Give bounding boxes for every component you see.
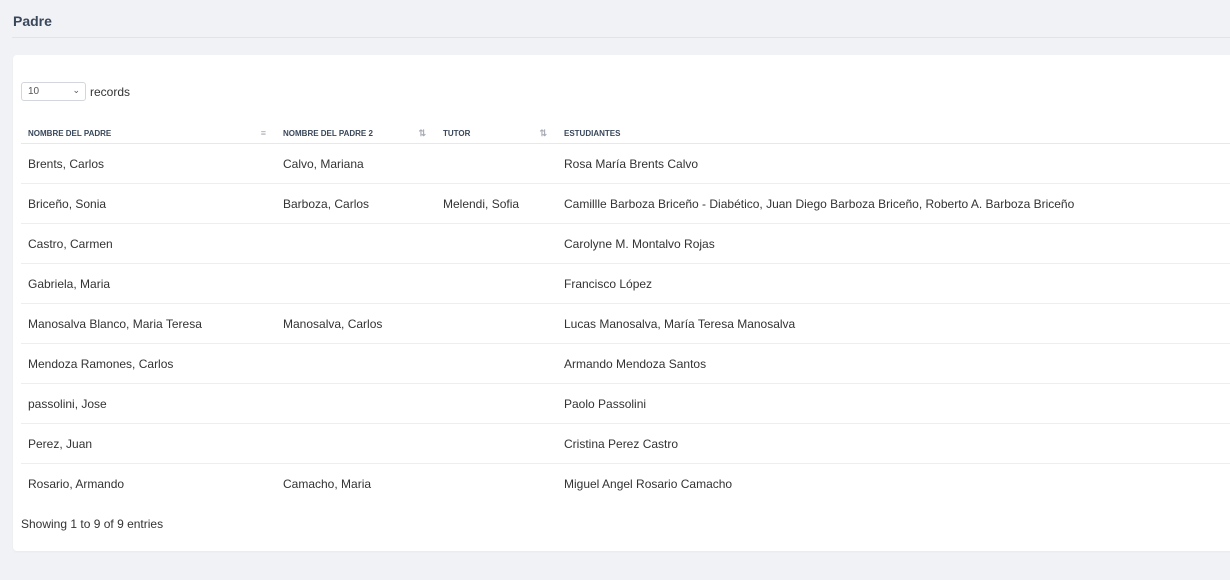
table-cell: Briceño, Sonia (21, 183, 276, 224)
table-cell: Camacho, Maria (283, 476, 372, 491)
table-cell: Gabriela, Maria (21, 263, 276, 304)
table-cell: Rosa María Brents Calvo (557, 143, 1230, 184)
records-label: records (90, 84, 131, 99)
table-row[interactable]: Perez, Juan Cristina Perez Castro (21, 423, 1230, 464)
sort-icon[interactable]: ⇅ (418, 128, 426, 139)
table-cell: Francisco López (557, 263, 1230, 304)
table-cell: Paolo Passolini (557, 383, 1230, 424)
table-row[interactable]: Rosario, Armando Camacho, Maria Miguel Ang… (21, 464, 1230, 504)
table-cell: Camillle Barboza Briceño - Diabético, Ju… (557, 183, 1230, 224)
column-header-label: NOMBRE DEL PADRE 2 (283, 128, 373, 138)
sort-ascending-icon[interactable]: ≡ (261, 128, 266, 138)
column-header-4[interactable]: ESTUDIANTES (557, 123, 1230, 144)
sort-icon[interactable]: ⇅ (539, 128, 547, 139)
table-cell (276, 223, 436, 264)
column-header-label: TUTOR (443, 128, 471, 138)
column-header-label: NOMBRE DEL PADRE (28, 128, 112, 138)
table-cell (276, 423, 436, 464)
table-row[interactable]: Briceño, Sonia Barboza, Carlos Melendi, So… (21, 183, 1230, 224)
table-cell: Brents, Carlos (21, 143, 276, 184)
table-cell: passolini, Jose (21, 383, 276, 424)
table-cell (276, 263, 436, 304)
table-cell: Castro, Carmen (21, 223, 276, 264)
table-row[interactable]: Mendoza Ramones, Carlos Armando Mendoza S… (21, 343, 1230, 384)
title-divider (12, 37, 1230, 38)
table-cell: Armando Mendoza Santos (557, 343, 1230, 384)
table-cell: Manosalva, Carlos (276, 303, 436, 344)
parents-table: NOMBRE DEL PADRE ≡ NOMBRE DEL PADRE 2 ⇅ TUTO… (21, 123, 1230, 503)
table-row[interactable]: Gabriela, Maria Francisco López (21, 263, 1230, 304)
table-cell (436, 303, 557, 344)
column-header-1[interactable]: NOMBRE DEL PADRE ≡ (21, 123, 276, 144)
records-per-page-value: 10 (28, 86, 40, 97)
table-cell: Manosalva Blanco, Maria Teresa (21, 303, 276, 344)
table-cell: Carolyne M. Montalvo Rojas (557, 223, 1230, 264)
table-header-row: NOMBRE DEL PADRE ≡ NOMBRE DEL PADRE 2 ⇅ TUTO… (21, 123, 1230, 144)
column-header-3[interactable]: TUTOR ⇅ (436, 123, 557, 144)
table-cell (436, 423, 557, 464)
table-cell: Calvo, Mariana (276, 143, 436, 184)
chevron-down-icon: ⌄ (72, 85, 80, 95)
table-cell: Barboza, Carlos (276, 183, 436, 224)
table-row[interactable]: Brents, Carlos Calvo, Mariana Rosa María B… (21, 143, 1230, 184)
table-cell (276, 343, 436, 384)
table-row[interactable]: Manosalva Blanco, Maria Teresa Manosalva,… (21, 303, 1230, 344)
table-cell: Rosario, Armando (28, 476, 125, 491)
table-cell (276, 383, 436, 424)
table-info: Showing 1 to 9 of 9 entries (21, 517, 164, 531)
table-card: 10 ⌄ records NOMBRE DEL PADRE ≡ NOMBRE DEL… (13, 55, 1230, 551)
table-cell (436, 263, 557, 304)
table-cell: Mendoza Ramones, Carlos (21, 343, 276, 384)
table-cell (436, 464, 557, 504)
column-header-label: ESTUDIANTES (564, 128, 621, 138)
table-cell: Lucas Manosalva, María Teresa Manosalva (557, 303, 1230, 344)
table-cell (436, 383, 557, 424)
table-cell: Melendi, Sofia (436, 183, 557, 224)
table-cell: Cristina Perez Castro (557, 423, 1230, 464)
table-cell (436, 223, 557, 264)
table-row[interactable]: passolini, Jose Paolo Passolini (21, 383, 1230, 424)
table-cell: Perez, Juan (21, 423, 276, 464)
page-title: Padre (13, 13, 52, 29)
table-cell (436, 343, 557, 384)
column-header-2[interactable]: NOMBRE DEL PADRE 2 ⇅ (276, 123, 436, 144)
records-per-page-select[interactable]: 10 ⌄ (21, 82, 86, 101)
table-cell (436, 143, 557, 184)
table-cell: Miguel Angel Rosario Camacho (564, 476, 733, 491)
page-length-control: 10 ⌄ records (21, 81, 130, 102)
table-body: Brents, Carlos Calvo, Mariana Rosa María B… (21, 143, 1230, 504)
table-row[interactable]: Castro, Carmen Carolyne M. Montalvo Rojas (21, 223, 1230, 264)
